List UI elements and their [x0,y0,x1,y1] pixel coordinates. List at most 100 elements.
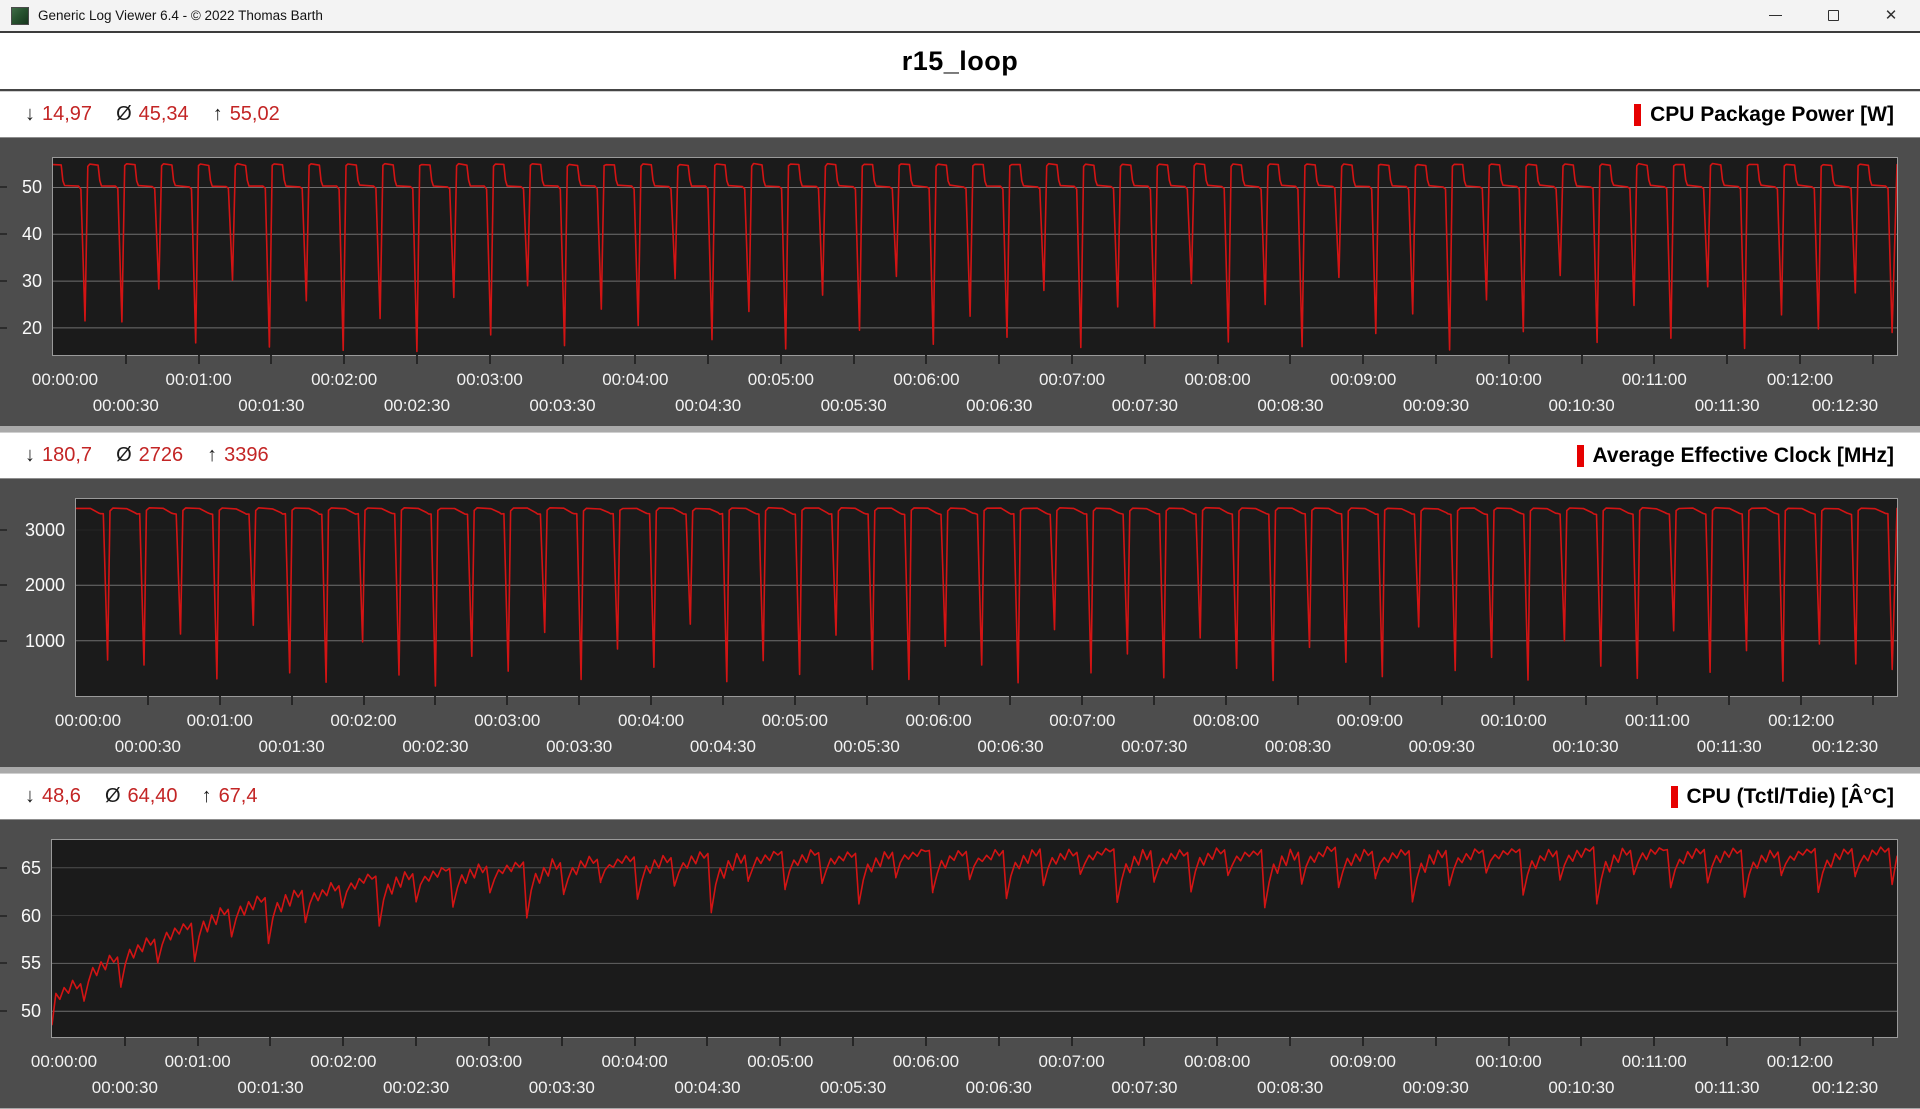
x-axis-tick [1440,696,1443,705]
x-axis-label: 00:08:30 [1256,1078,1324,1097]
x-axis-tick [196,1037,199,1046]
x-axis-tick [1507,1037,1510,1046]
max-arrow-icon: ↑ [212,103,223,125]
stat-avg: 64,40 [127,785,178,807]
x-axis-tick [925,355,928,364]
x-axis-tick [997,1037,1000,1046]
x-axis-tick [1153,696,1156,705]
x-axis-label: 00:09:30 [1402,1078,1469,1097]
x-axis-label: 00:06:30 [977,737,1044,756]
y-axis-tick [0,326,7,329]
x-axis-label: 00:02:00 [311,370,378,389]
x-axis-tick [998,355,1001,364]
x-axis-tick [270,355,273,364]
x-axis-tick [1368,696,1371,705]
x-axis-label: 00:02:00 [330,711,397,730]
x-axis-label: 00:05:00 [761,711,828,730]
x-axis-tick [415,1037,418,1046]
x-axis-label: 00:01:00 [165,370,232,389]
x-axis-tick [487,1037,490,1046]
y-axis-tick [0,233,7,236]
series-label: CPU (Tctl/Tdie) [Â°C] [1686,784,1895,808]
stat-avg: 45,34 [138,103,189,125]
stat-min: 14,97 [42,103,93,125]
x-axis-tick [197,355,200,364]
x-axis-tick [1435,355,1437,364]
minimize-button[interactable] [1746,0,1804,31]
x-axis-label: 00:12:30 [1811,737,1879,756]
x-axis-tick [1656,696,1659,705]
x-axis-tick [779,1037,782,1046]
x-axis-tick [560,1037,563,1046]
close-button[interactable]: ✕ [1862,0,1920,31]
plot-area[interactable] [51,839,1898,1038]
x-axis-tick [578,696,581,705]
y-axis-label: 1000 [24,630,65,651]
series-legend: CPU (Tctl/Tdie) [Â°C] [1670,784,1895,809]
x-axis-tick [362,696,365,705]
app-icon [11,6,29,25]
x-axis-label: 00:05:30 [820,396,887,415]
window-controls: ✕ [1746,0,1920,31]
stat-min: 180,7 [42,444,93,466]
x-axis-label: 00:03:30 [528,1078,595,1097]
x-axis-tick [1434,1037,1437,1046]
x-axis-label: 00:00:30 [92,396,159,415]
x-axis-tick [488,355,491,364]
x-axis-label: 00:05:00 [747,1052,814,1071]
series-legend: Average Effective Clock [MHz] [1576,443,1894,468]
page-title-band: r15_loop [0,33,1920,91]
x-axis-label: 00:11:00 [1621,1052,1687,1071]
maximize-button[interactable] [1804,0,1862,31]
x-axis-tick [1872,696,1875,705]
x-axis-label: 00:03:00 [474,711,541,730]
plot-area[interactable] [75,498,1898,697]
x-axis-label: 00:05:30 [833,737,900,756]
x-axis-label: 00:12:30 [1811,1078,1879,1097]
x-axis-label: 00:08:00 [1193,711,1260,730]
close-icon: ✕ [1884,7,1898,24]
chart-svg [52,846,1897,1026]
x-axis-tick [124,355,127,364]
x-axis-label: 00:07:30 [1111,1078,1178,1097]
y-axis-tick [0,186,7,189]
x-axis-label: 00:09:00 [1330,370,1397,389]
x-axis-label: 00:03:00 [455,1052,523,1071]
minimize-icon [1768,15,1782,16]
x-axis-tick [1580,1037,1583,1046]
series-label: CPU Package Power [W] [1650,102,1894,126]
x-axis-label: 00:07:30 [1111,396,1178,415]
x-axis-label: 00:07:00 [1049,711,1116,730]
window-titlebar: Generic Log Viewer 6.4 - © 2022 Thomas B… [0,0,1920,33]
x-axis-tick [721,696,724,705]
x-axis-tick [1143,1037,1146,1046]
stats-values: ↓ 14,97 Ø 45,34 ↑ 55,02 [25,103,280,126]
y-axis-tick [0,914,7,917]
x-axis-tick [1580,355,1583,364]
x-axis-tick [146,696,149,705]
y-axis-label: 2000 [24,575,65,596]
x-axis-label: 00:09:00 [1329,1052,1396,1071]
x-axis-tick [1216,355,1219,364]
x-axis-label: 00:05:00 [747,370,814,389]
x-axis-tick [415,355,418,364]
page-title: r15_loop [901,45,1019,76]
x-axis-tick [1362,355,1365,364]
stat-max: 3396 [224,444,269,466]
avg-icon: Ø [116,444,132,466]
plot-area[interactable] [52,157,1898,356]
avg-icon: Ø [116,103,132,125]
chart-section-temperature: ↓ 48,6 Ø 64,40 ↑ 67,4 CPU (Tctl/Tdie) [Â… [0,773,1920,1109]
x-axis-tick [1289,355,1292,364]
x-axis-label: 00:04:00 [602,370,669,389]
x-axis-label: 00:03:30 [529,396,596,415]
x-axis-tick [434,696,437,705]
x-axis-tick [1728,696,1731,705]
x-axis-label: 00:10:30 [1552,737,1619,756]
x-axis-label: 00:12:00 [1766,1052,1833,1071]
x-axis-label: 00:01:30 [258,737,325,756]
x-axis-tick [1798,355,1801,364]
series-label: Average Effective Clock [MHz] [1592,443,1894,467]
x-axis-tick [852,355,855,364]
x-axis-label: 00:03:30 [546,737,613,756]
